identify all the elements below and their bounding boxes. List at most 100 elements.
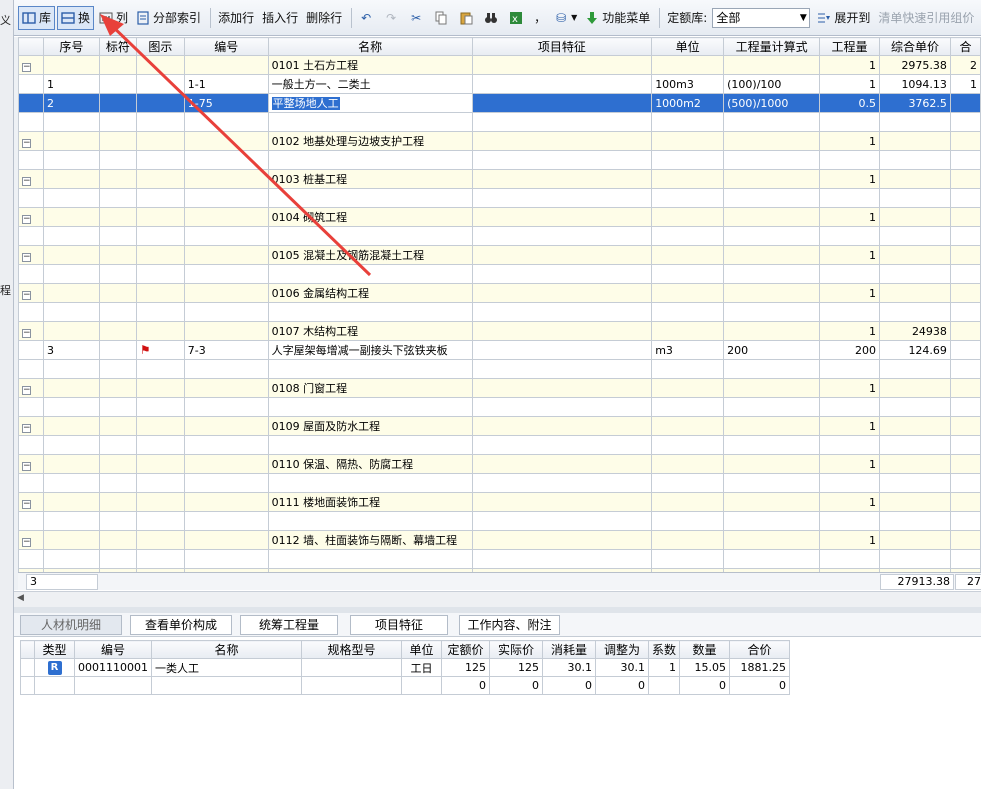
cell-feat[interactable] [471,93,653,113]
insert-row-button[interactable]: 插入行 [259,6,301,30]
tab-quantity[interactable]: 统筹工程量 [240,615,338,635]
cell-badge[interactable]: R [34,658,75,677]
cell-unit[interactable] [651,473,725,493]
cell-flag[interactable] [135,416,185,436]
cell-flag[interactable] [135,492,185,512]
paste-button[interactable] [456,6,479,30]
cell-unit[interactable] [651,511,725,531]
collapse-icon[interactable]: − [22,328,31,338]
cell-code[interactable] [183,245,269,265]
cell-unit[interactable] [651,188,725,208]
cell-name[interactable]: 平整场地人工 [267,93,473,113]
collapse-icon[interactable]: − [22,423,31,433]
cell-feat[interactable] [471,169,653,189]
cell-code[interactable] [74,676,152,695]
cell-flag[interactable] [135,359,185,379]
cell-seq[interactable]: 3 [42,340,100,360]
library-button[interactable]: 库 [18,5,56,30]
cell-feat[interactable] [471,359,653,379]
cell-total[interactable] [949,264,981,284]
cell-seq[interactable]: 1 [42,74,100,94]
cell-price[interactable] [879,454,951,474]
cell-price[interactable]: 3762.5 [879,93,951,113]
section-row[interactable]: − 0108 门窗工程 1 [18,378,981,398]
cell-mark[interactable] [98,416,137,436]
cell-code[interactable] [183,283,269,303]
collapse-icon[interactable]: − [22,138,31,148]
cell-seq[interactable] [42,530,100,550]
cell-formula[interactable] [723,492,821,512]
cell-unit[interactable] [651,112,725,132]
cell-code[interactable] [183,264,269,284]
resource-detail-grid[interactable]: 类型 编号 名称 规格型号 单位 定额价 实际价 消耗量 调整为 系数 数量 合… [20,640,800,700]
cell-flag[interactable] [135,435,185,455]
cell-qty[interactable] [819,511,880,531]
cell-total[interactable] [949,397,981,417]
cell-unit[interactable] [651,226,725,246]
cell-mark[interactable] [98,359,137,379]
cell-mark[interactable] [98,245,137,265]
cell-price[interactable] [879,245,951,265]
cell-formula[interactable] [723,530,821,550]
expander-cell[interactable]: − [18,245,44,265]
cell-formula[interactable] [723,302,821,322]
cell-formula[interactable] [723,549,821,569]
cell-price[interactable]: 1094.13 [879,74,951,94]
cell-seq[interactable] [42,511,100,531]
cell-total[interactable] [949,416,981,436]
cell-qty[interactable] [819,473,880,493]
cell-flag[interactable] [135,321,185,341]
tab-labor-material[interactable]: 人材机明细 [20,615,122,635]
cell-name[interactable] [267,112,473,132]
cell-feat[interactable] [471,511,653,531]
cell-seq[interactable] [42,226,100,246]
section-index-button[interactable]: 分部索引 [133,6,204,30]
cell-unit[interactable] [651,359,725,379]
empty-row[interactable] [18,473,981,493]
cell-mark[interactable] [98,321,137,341]
expander-cell[interactable]: − [18,131,44,151]
cell-seq[interactable] [42,378,100,398]
cell-name[interactable]: 0107 木结构工程 [267,321,473,341]
section-row[interactable]: − 0112 墙、柱面装饰与隔断、幕墙工程 1 [18,530,981,550]
cell-formula[interactable] [723,511,821,531]
cell-unit[interactable] [651,283,725,303]
function-menu-button[interactable]: 功能菜单 [582,6,653,30]
quota-library-select[interactable]: 全部 ▼ [712,7,811,28]
cell-name[interactable]: 一类人工 [151,658,302,677]
cell-name[interactable] [267,397,473,417]
cell-mark[interactable] [98,264,137,284]
cell-formula[interactable] [723,283,821,303]
collapse-icon[interactable]: − [22,537,31,547]
cell-formula[interactable] [723,397,821,417]
cell-name[interactable] [267,359,473,379]
cell-price[interactable] [879,150,951,170]
cell-total[interactable] [949,169,981,189]
cell-code[interactable] [183,378,269,398]
section-row[interactable]: − 0107 木结构工程 1 24938 [18,321,981,341]
cell-formula[interactable] [723,454,821,474]
cell-price[interactable] [879,473,951,493]
header-cell[interactable]: 编号 [74,640,152,659]
header-cell[interactable]: 标符 [98,37,137,56]
cell-flag[interactable] [135,207,185,227]
cell-formula[interactable] [723,359,821,379]
cell-flag[interactable] [135,549,185,569]
cell-total[interactable] [949,378,981,398]
cell-flag[interactable] [135,150,185,170]
cell-total[interactable] [949,549,981,569]
cell-qty[interactable]: 1 [819,416,880,436]
cell-formula[interactable] [723,131,821,151]
cell-code[interactable] [183,549,269,569]
header-cell[interactable]: 编号 [183,37,269,56]
scroll-left-icon[interactable]: ◀ [17,593,24,603]
empty-row[interactable] [18,112,981,132]
cell-name[interactable]: 一般土方一、二类土 [267,74,473,94]
header-cell[interactable]: 项目特征 [471,37,653,56]
replace-button[interactable]: 换 [57,5,95,30]
cell-feat[interactable] [471,207,653,227]
header-cell[interactable]: 单位 [401,640,442,659]
cell-total[interactable] [949,530,981,550]
cell-name[interactable]: 0103 桩基工程 [267,169,473,189]
cell-feat[interactable] [471,530,653,550]
